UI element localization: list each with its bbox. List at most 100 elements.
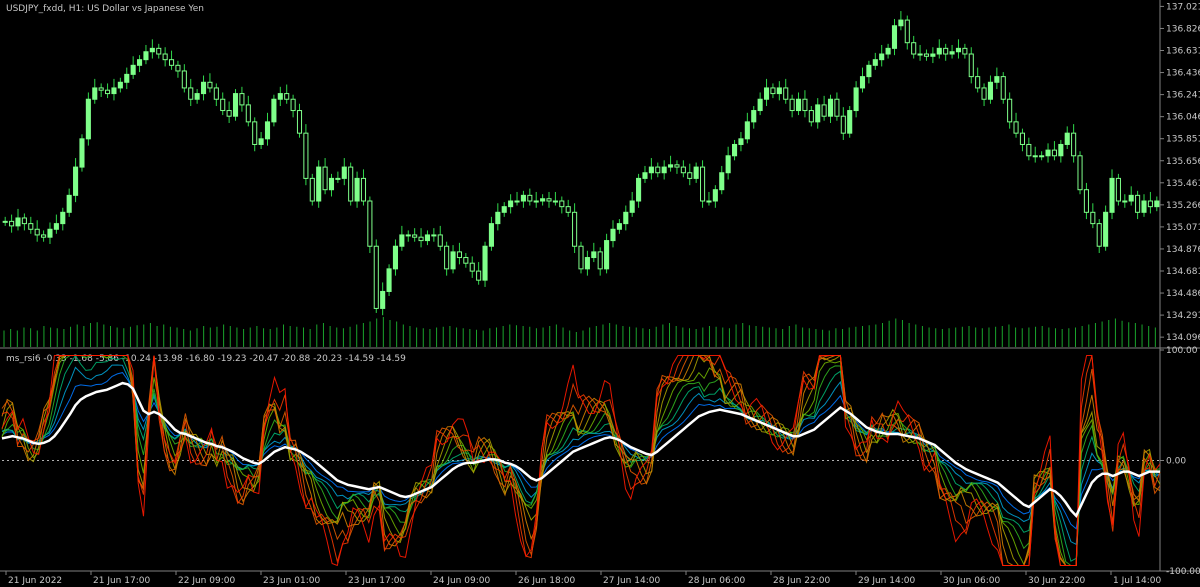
candle-body (367, 200, 373, 247)
candle-body (60, 211, 66, 225)
candle-body (623, 211, 629, 225)
candle-body (117, 81, 123, 89)
candle-body (41, 234, 47, 238)
candle-body (303, 132, 309, 179)
price-tick-label: 135.266 (1166, 201, 1200, 211)
candle-body (456, 251, 462, 259)
time-tick-label: 29 Jun 14:00 (858, 576, 915, 586)
indicator-tick-label: 100.00 (1166, 346, 1198, 356)
candle-body (271, 98, 277, 123)
candle-body (1128, 194, 1134, 202)
candle-body (763, 87, 770, 100)
candle-body (488, 223, 494, 247)
candle-body (706, 200, 712, 203)
candle-body (584, 257, 590, 270)
candle-body (264, 121, 271, 140)
candle-body (328, 177, 335, 191)
candle-body (751, 110, 757, 123)
candle-body (847, 110, 853, 134)
candle-body (661, 166, 667, 174)
candle-body (28, 223, 34, 230)
candle-body (962, 47, 968, 55)
candle-body (354, 177, 360, 202)
candle-body (552, 200, 558, 203)
candle-body (508, 200, 514, 208)
price-tick-label: 135.851 (1166, 135, 1200, 145)
candle-body (501, 206, 507, 213)
candle-body (1045, 149, 1051, 157)
candle-body (783, 87, 789, 100)
candle-body (1058, 143, 1064, 157)
candle-body (629, 200, 635, 213)
candle-body (693, 166, 699, 179)
candle-body (1090, 211, 1096, 225)
candle-body (898, 19, 904, 27)
candle-body (827, 98, 834, 117)
candle-body (213, 87, 219, 100)
candle-body (731, 143, 738, 157)
candle-body (194, 93, 200, 100)
candle-body (463, 257, 469, 264)
candle-body (923, 53, 930, 57)
candle-body (565, 206, 571, 213)
time-tick-label: 21 Jun 17:00 (93, 576, 150, 586)
time-tick-label: 26 Jun 18:00 (518, 576, 575, 586)
candle-body (53, 223, 59, 230)
candle-body (200, 81, 207, 95)
candle-body (719, 172, 725, 191)
chart-canvas: USDJPY_fxdd, H1: US Dollar vs Japanese Y… (0, 0, 1200, 587)
candle-body (34, 228, 40, 236)
price-tick-label: 135.461 (1166, 179, 1200, 189)
candle-body (540, 198, 546, 202)
candle-body (572, 211, 578, 247)
candle-body (9, 220, 15, 227)
candle-body (469, 262, 475, 272)
candle-body (655, 166, 661, 174)
candle-body (124, 73, 130, 83)
price-tick-label: 134.486 (1166, 289, 1200, 299)
candle-body (1103, 211, 1109, 247)
candle-body (1026, 143, 1032, 157)
candle-body (879, 53, 885, 61)
candle-body (2, 220, 8, 223)
candle-body (226, 110, 232, 117)
candle-body (482, 245, 488, 281)
time-tick-label: 27 Jun 14:00 (603, 576, 660, 586)
candle-body (1122, 200, 1128, 203)
candle-body (450, 251, 456, 270)
candle-body (239, 93, 245, 106)
time-tick-label: 28 Jun 22:00 (773, 576, 830, 586)
candle-body (348, 166, 354, 202)
price-tick-label: 134.291 (1166, 311, 1200, 321)
candle-body (808, 110, 814, 123)
candle-body (143, 51, 149, 61)
candle-body (700, 166, 706, 202)
candle-body (207, 81, 213, 89)
candle-body (578, 245, 584, 270)
candle-body (424, 234, 431, 242)
candle-body (636, 177, 642, 202)
price-tick-label: 136.241 (1166, 91, 1200, 101)
candle-body (149, 47, 155, 53)
candle-body (770, 87, 776, 95)
candle-body (309, 177, 315, 202)
time-tick-label: 23 Jun 17:00 (348, 576, 405, 586)
candle-body (1064, 132, 1070, 145)
candle-body (444, 245, 450, 270)
candle-body (885, 47, 891, 55)
candle-body (1109, 177, 1115, 213)
candle-body (1077, 155, 1083, 191)
candle-body (1007, 98, 1013, 123)
time-tick-label: 30 Jun 22:00 (1028, 576, 1085, 586)
candle-body (616, 223, 622, 230)
candle-body (821, 104, 827, 117)
candle-body (220, 98, 226, 112)
candle-body (162, 53, 168, 61)
candle-body (981, 87, 987, 100)
price-tick-label: 136.046 (1166, 113, 1200, 123)
candle-body (949, 51, 955, 55)
price-tick-label: 134.096 (1166, 333, 1200, 343)
candle-body (15, 217, 21, 227)
candle-body (79, 138, 85, 168)
candle-body (994, 76, 1000, 83)
